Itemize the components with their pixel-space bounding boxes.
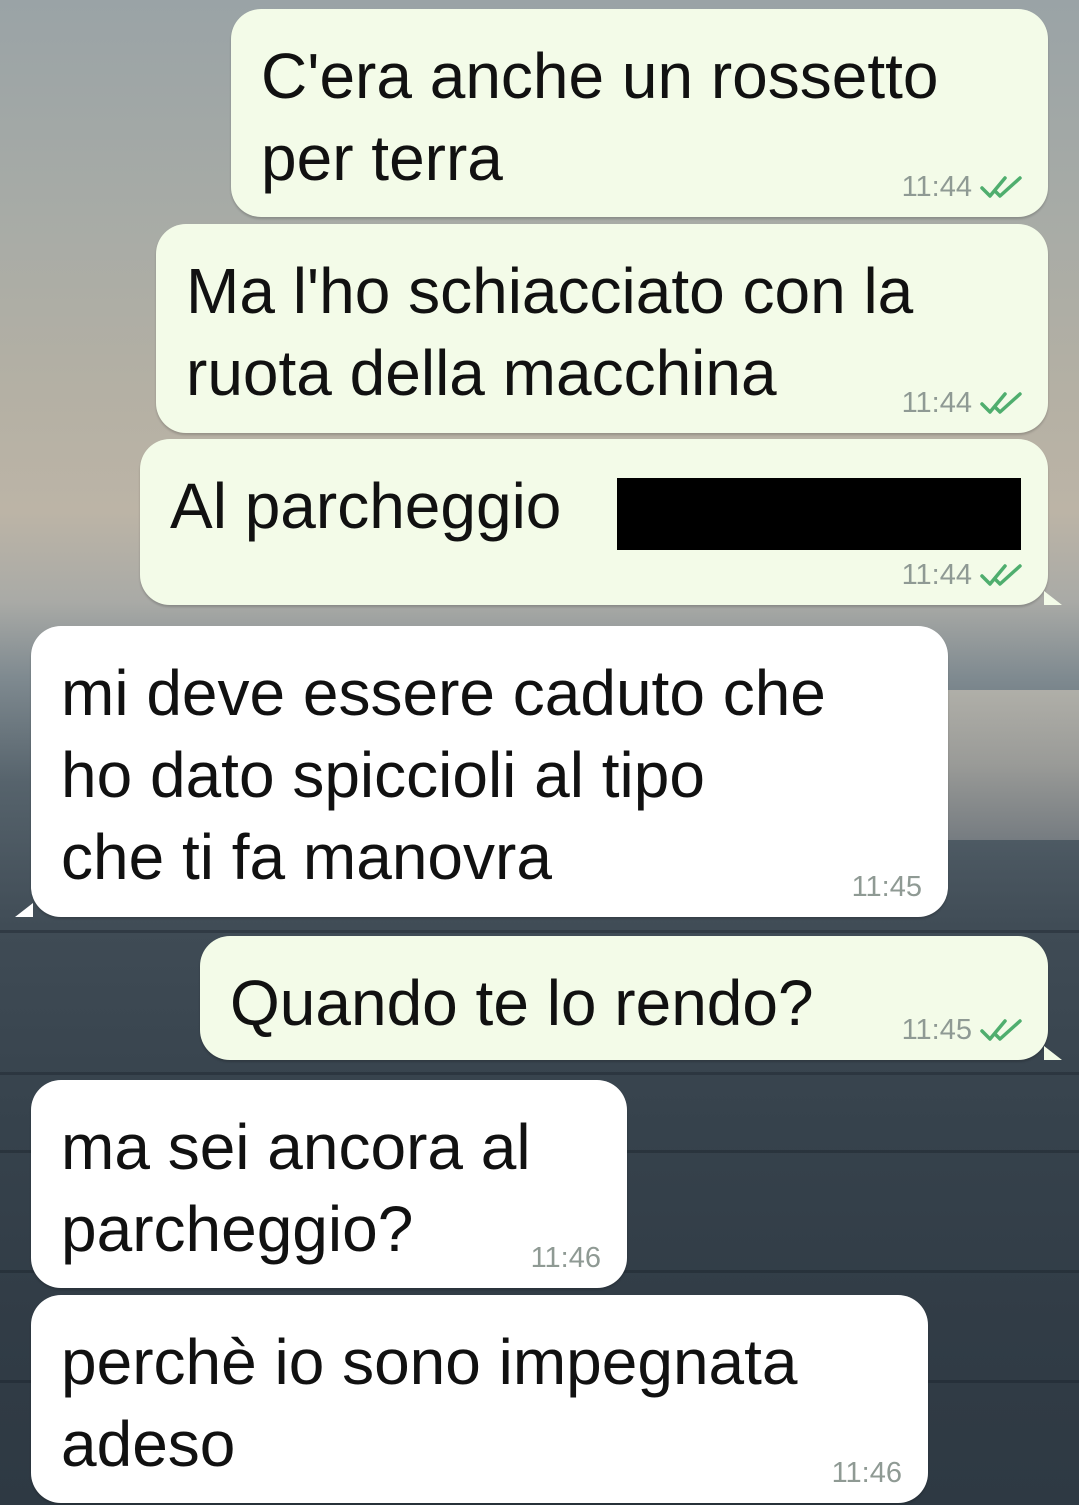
bubble-tail [1044, 591, 1062, 605]
message-timestamp: 11:46 [831, 1457, 902, 1489]
double-check-read-icon [980, 564, 1022, 586]
message-meta: 11:44 [902, 557, 1026, 593]
message-text: Quando te lo rendo? [230, 967, 814, 1039]
message-bubble-incoming[interactable]: mi deve essere caduto che ho dato spicci… [15, 626, 948, 917]
message-bubble-outgoing[interactable]: Quando te lo rendo? 11:45 [200, 936, 1062, 1060]
message-text: C'era anche un rossetto per terra [261, 40, 939, 194]
message-timestamp: 11:45 [901, 1014, 972, 1046]
message-meta: 11:44 [902, 385, 1026, 421]
message-meta: 11:46 [531, 1240, 601, 1276]
message-meta: 11:46 [832, 1455, 902, 1491]
message-timestamp: 11:44 [901, 171, 972, 203]
message-text: mi deve essere caduto che ho dato spicci… [61, 657, 826, 893]
message-text: perchè io sono impegnata adeso [61, 1326, 798, 1480]
bubble-tail [15, 903, 33, 917]
message-meta: 11:45 [852, 869, 922, 905]
bubble-tail [1044, 1046, 1062, 1060]
double-check-read-icon [980, 1019, 1022, 1041]
wallpaper-wave [0, 1072, 1079, 1075]
message-bubble-incoming[interactable]: ma sei ancora al parcheggio? 11:46 [31, 1080, 627, 1288]
message-timestamp: 11:45 [851, 871, 922, 903]
message-timestamp: 11:44 [901, 559, 972, 591]
message-meta: 11:45 [902, 1012, 1026, 1048]
message-bubble-outgoing[interactable]: Al parcheggio 11:44 [140, 439, 1062, 605]
message-bubble-incoming[interactable]: perchè io sono impegnata adeso 11:46 [31, 1295, 928, 1503]
message-text: Al parcheggio [170, 470, 562, 542]
wallpaper-wave [0, 930, 1079, 933]
double-check-read-icon [980, 176, 1022, 198]
message-meta: 11:44 [902, 169, 1026, 205]
message-text: Ma l'ho schiacciato con la ruota della m… [186, 255, 914, 409]
redaction-box [617, 478, 1021, 550]
double-check-read-icon [980, 392, 1022, 414]
message-text: ma sei ancora al parcheggio? [61, 1111, 531, 1265]
message-timestamp: 11:46 [530, 1242, 601, 1274]
message-timestamp: 11:44 [901, 387, 972, 419]
message-bubble-outgoing[interactable]: Ma l'ho schiacciato con la ruota della m… [156, 224, 1048, 433]
message-bubble-outgoing[interactable]: C'era anche un rossetto per terra 11:44 [231, 9, 1048, 217]
